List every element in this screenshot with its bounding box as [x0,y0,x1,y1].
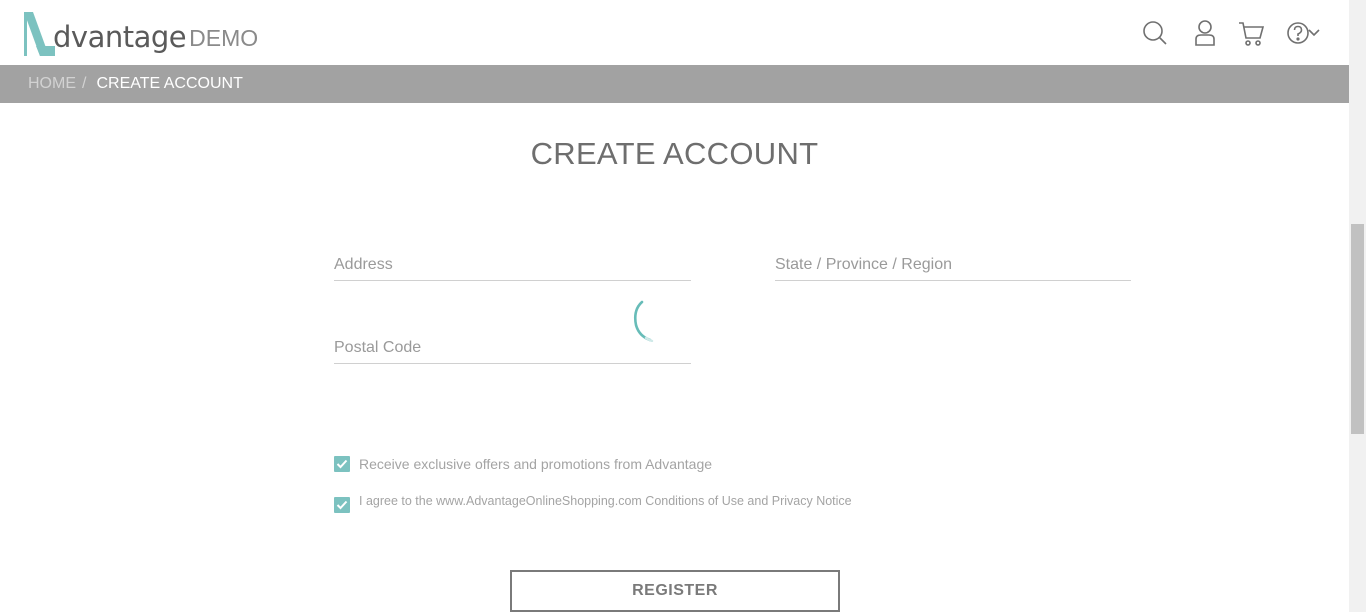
address-field-wrapper [334,237,691,281]
breadcrumb-home-link[interactable]: HOME [28,75,76,93]
offers-checkbox-label: Receive exclusive offers and promotions … [359,456,713,472]
chevron-down-icon[interactable] [1305,18,1323,48]
user-icon[interactable] [1190,18,1220,48]
logo-demo-label: DEMO [189,25,259,51]
state-province-region-input[interactable] [775,256,1131,274]
cart-icon[interactable] [1236,18,1266,48]
terms-checkbox[interactable] [334,497,350,513]
terms-checkbox-row[interactable]: I agree to the www.AdvantageOnlineShoppi… [334,494,852,513]
breadcrumb: HOME / CREATE ACCOUNT [0,65,1349,103]
logo-a-mark-icon [24,12,55,56]
register-button[interactable]: REGISTER [510,570,840,612]
loading-spinner-icon [633,300,654,342]
checkmark-icon [336,459,348,469]
advantage-logo[interactable]: dvantage DEMO [22,10,258,56]
state-field-wrapper [775,237,1131,281]
address-input[interactable] [334,256,691,274]
terms-checkbox-label: I agree to the www.AdvantageOnlineShoppi… [359,494,852,508]
page: dvantage DEMO HOME / CREATE ACCOUNT CREA… [0,0,1366,612]
search-icon[interactable] [1140,18,1170,48]
page-title: CREATE ACCOUNT [530,136,819,171]
site-header: dvantage DEMO [0,0,1349,65]
checkmark-icon [336,500,348,510]
page-scrollbar[interactable] [1349,0,1366,612]
breadcrumb-current: CREATE ACCOUNT [96,75,243,92]
offers-checkbox[interactable] [334,456,350,472]
scrollbar-thumb[interactable] [1351,224,1364,434]
breadcrumb-separator: / [82,75,87,92]
offers-checkbox-row[interactable]: Receive exclusive offers and promotions … [334,456,712,472]
logo-wordmark: dvantage [53,20,187,54]
